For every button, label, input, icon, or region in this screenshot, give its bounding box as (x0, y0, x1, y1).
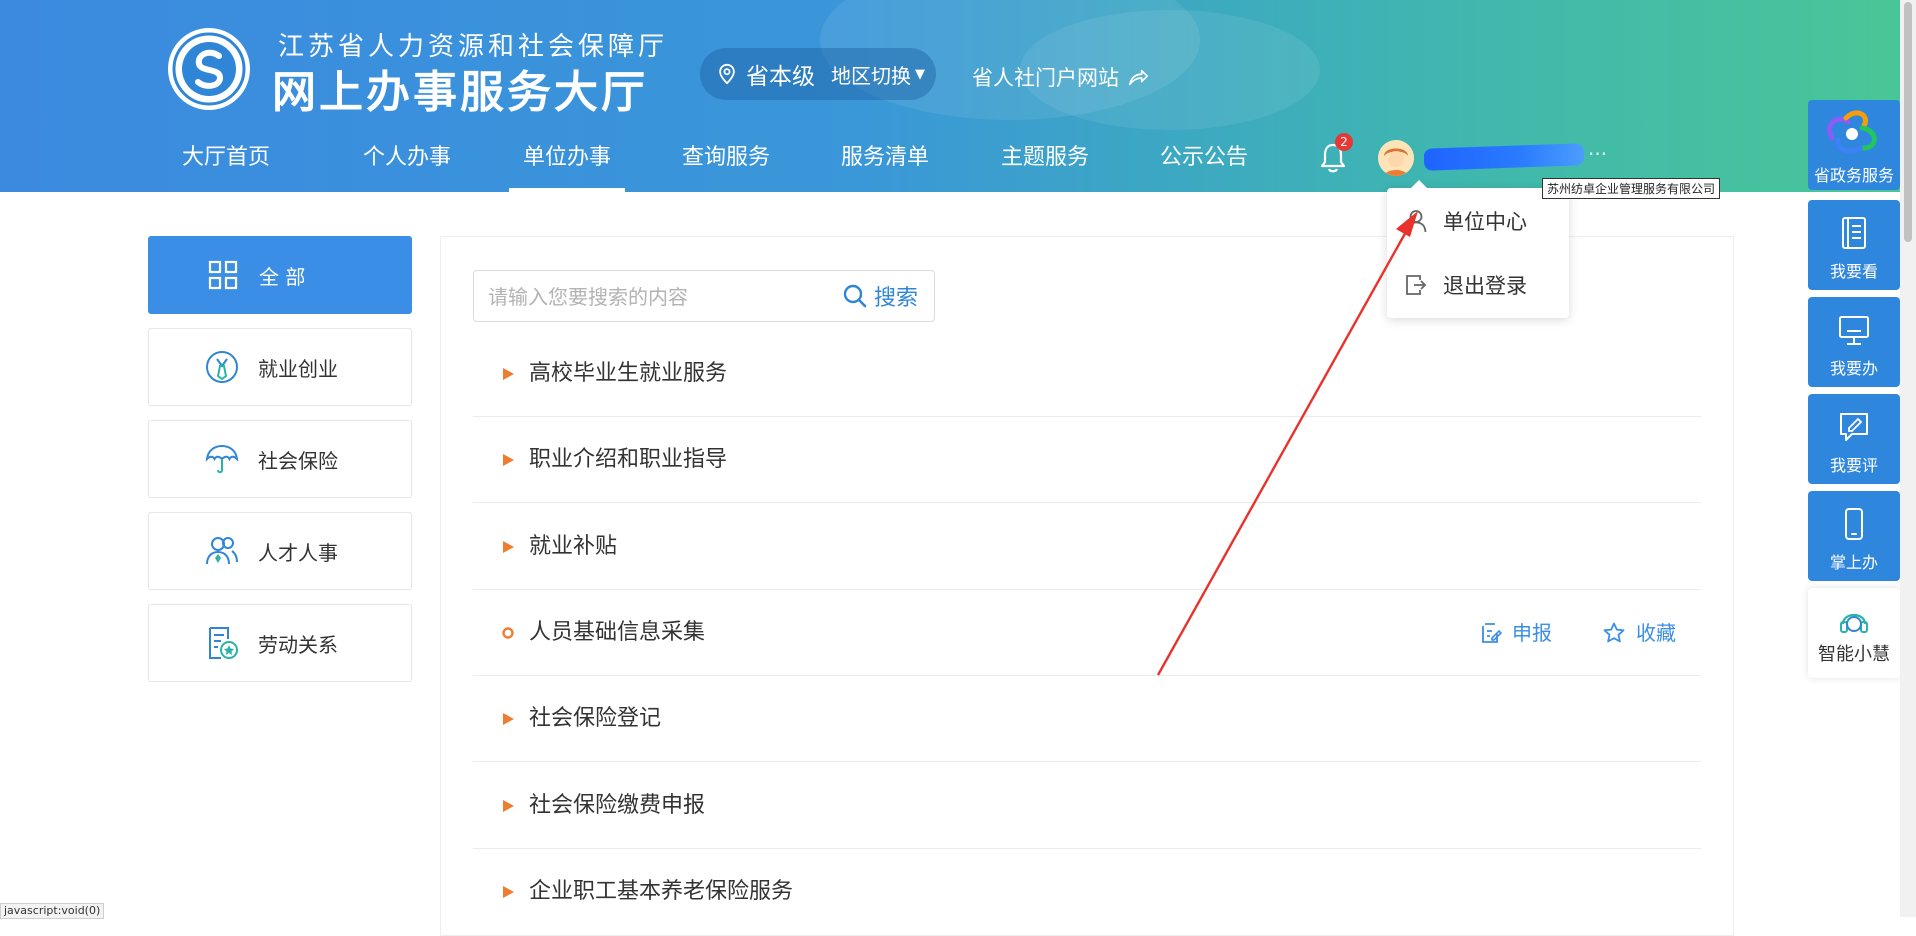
list-item[interactable]: 职业介绍和职业指导 (473, 417, 1701, 503)
umbrella-icon (205, 444, 239, 474)
grid-icon (208, 260, 238, 290)
notebook-icon (1842, 217, 1866, 249)
notification-badge: 2 (1335, 133, 1353, 151)
expand-arrow-icon (503, 454, 514, 466)
float-item-gov-service[interactable]: 省政务服务 (1808, 100, 1900, 190)
list-item[interactable]: 企业职工基本养老保险服务 (473, 849, 1701, 935)
sidebar-item-all[interactable]: 全 部 (148, 236, 412, 314)
service-label: 就业补贴 (529, 534, 618, 559)
service-label: 企业职工基本养老保险服务 (529, 879, 794, 904)
float-item-label: 我要办 (1829, 359, 1878, 378)
list-item[interactable]: 高校毕业生就业服务 (473, 331, 1701, 417)
float-item-label: 掌上办 (1829, 553, 1878, 572)
expand-arrow-icon (503, 541, 514, 553)
scrollbar-thumb[interactable] (1904, 2, 1912, 242)
float-item-evaluate[interactable]: 我要评 (1808, 394, 1900, 484)
user-icon (1405, 210, 1427, 233)
search-icon (843, 284, 867, 308)
user-name-ellipsis: ··· (1588, 142, 1608, 166)
search-button[interactable]: 搜索 (842, 281, 918, 311)
mobile-icon (1845, 508, 1863, 540)
expand-arrow-icon (503, 886, 514, 898)
monitor-icon (1839, 316, 1869, 345)
expand-arrow-icon (503, 800, 514, 812)
nav-item-personal[interactable]: 个人办事 (363, 128, 451, 192)
form-edit-icon (1482, 623, 1502, 643)
service-label: 社会保险登记 (529, 706, 662, 731)
nav-item-service-list[interactable]: 服务清单 (841, 128, 929, 192)
portal-link[interactable]: 省人社门户网站 (972, 62, 1149, 92)
search-box: 搜索 (473, 270, 935, 322)
site-title[interactable]: 网上办事服务大厅 (272, 56, 648, 120)
sidebar-item-labor-relations[interactable]: 劳动关系 (148, 604, 412, 682)
page-scrollbar[interactable] (1900, 0, 1916, 917)
favorite-button[interactable]: 收藏 (1602, 618, 1676, 648)
sidebar-item-employment[interactable]: 就业创业 (148, 328, 412, 406)
float-item-handle[interactable]: 我要办 (1808, 297, 1900, 387)
float-item-label: 我要看 (1829, 262, 1878, 281)
sidebar-item-label: 全 部 (259, 264, 306, 289)
sidebar-item-label: 劳动关系 (258, 632, 338, 657)
expand-arrow-icon (503, 368, 514, 380)
user-account[interactable]: ··· (1366, 138, 1650, 178)
nav-item-query[interactable]: 查询服务 (682, 128, 770, 192)
float-item-label: 我要评 (1829, 456, 1878, 475)
nav-item-announcements[interactable]: 公示公告 (1160, 128, 1248, 192)
menu-item-label: 单位中心 (1443, 210, 1527, 234)
menu-item-logout[interactable]: 退出登录 (1387, 260, 1569, 310)
menu-item-label: 退出登录 (1443, 274, 1527, 298)
share-arrow-icon (1128, 69, 1148, 86)
region-switch-label[interactable]: 地区切换 (831, 60, 911, 89)
avatar[interactable] (1378, 140, 1414, 176)
star-icon (1603, 622, 1625, 643)
favorite-label: 收藏 (1636, 621, 1676, 645)
region-selector[interactable]: 省本级 地区切换 ▼ (700, 48, 936, 100)
list-item[interactable]: 就业补贴 (473, 504, 1701, 590)
float-item-view[interactable]: 我要看 (1808, 200, 1900, 290)
sidebar-item-label: 人才人事 (258, 540, 338, 565)
comment-edit-icon (1840, 413, 1868, 441)
circle-bullet-icon (502, 627, 514, 639)
list-item[interactable]: 人员基础信息采集 申报 收藏 (473, 590, 1701, 676)
headset-icon (1840, 613, 1868, 633)
user-dropdown-menu: 单位中心 退出登录 (1387, 180, 1569, 318)
logout-icon (1406, 275, 1427, 295)
location-pin-icon (719, 63, 735, 85)
float-item-label: 智能小慧 (1818, 644, 1890, 665)
search-button-label: 搜索 (874, 286, 919, 311)
expand-arrow-icon (503, 713, 514, 725)
region-level: 省本级 (746, 64, 815, 90)
service-label: 人员基础信息采集 (529, 620, 706, 645)
list-item[interactable]: 社会保险登记 (473, 676, 1701, 762)
gov-service-logo-icon (1827, 110, 1877, 154)
float-item-mobile[interactable]: 掌上办 (1808, 491, 1900, 581)
service-label: 职业介绍和职业指导 (529, 447, 728, 472)
people-icon (206, 537, 238, 565)
apply-button[interactable]: 申报 (1478, 618, 1552, 648)
hrss-logo-icon[interactable] (168, 28, 250, 110)
list-item[interactable]: 社会保险缴费申报 (473, 763, 1701, 849)
apply-label: 申报 (1512, 621, 1552, 645)
user-tooltip: 苏州纺卓企业管理服务有限公司 (1542, 178, 1721, 199)
search-input[interactable] (486, 281, 820, 313)
nav-item-home[interactable]: 大厅首页 (182, 128, 270, 192)
nav-item-enterprise[interactable]: 单位办事 (508, 128, 626, 192)
service-label: 社会保险缴费申报 (529, 793, 706, 818)
contract-icon (209, 627, 238, 659)
sidebar-item-label: 社会保险 (258, 448, 338, 473)
float-item-assistant[interactable]: 智能小慧 (1808, 588, 1900, 678)
float-item-label: 省政务服务 (1813, 166, 1894, 185)
service-label: 高校毕业生就业服务 (529, 361, 728, 386)
caret-down-icon: ▼ (915, 66, 925, 82)
portal-link-label: 省人社门户网站 (972, 66, 1119, 90)
sidebar-item-label: 就业创业 (258, 356, 338, 381)
sidebar-item-social-insurance[interactable]: 社会保险 (148, 420, 412, 498)
employment-icon (206, 351, 238, 383)
redacted-user-name[interactable] (1423, 143, 1585, 171)
nav-item-theme[interactable]: 主题服务 (1001, 128, 1089, 192)
menu-item-enterprise-center[interactable]: 单位中心 (1387, 196, 1569, 246)
sidebar-item-talent[interactable]: 人才人事 (148, 512, 412, 590)
